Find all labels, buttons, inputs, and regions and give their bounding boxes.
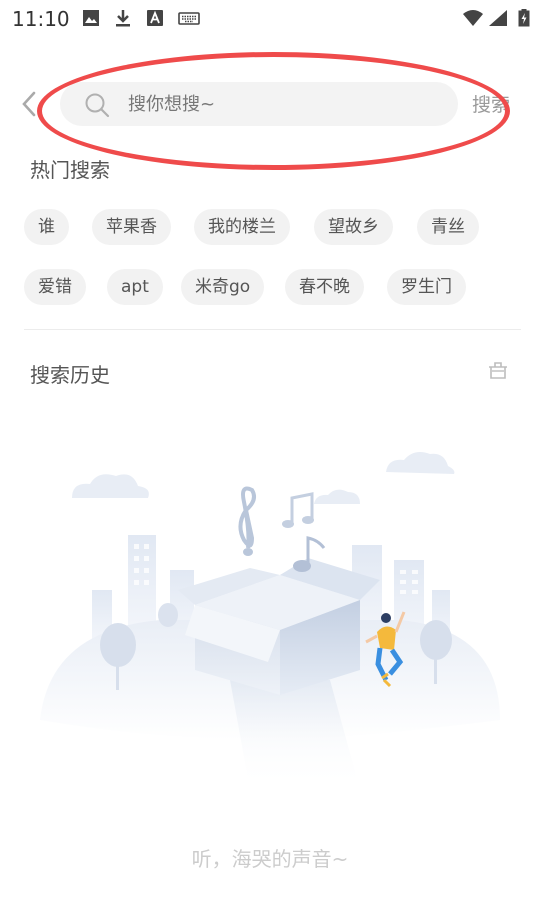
back-icon[interactable]	[18, 90, 40, 118]
hot-tag[interactable]: 青丝	[417, 209, 479, 245]
hot-tag[interactable]: 苹果香	[92, 209, 171, 245]
search-history-title: 搜索历史	[30, 363, 110, 387]
empty-history-text: 听，海哭的声音~	[191, 847, 349, 871]
status-time: 11:10	[12, 7, 70, 31]
search-input[interactable]	[128, 82, 448, 126]
download-icon	[116, 10, 130, 27]
hot-tag[interactable]: 爱错	[24, 269, 86, 305]
search-box[interactable]	[60, 82, 458, 126]
hot-tag[interactable]: apt	[107, 269, 163, 305]
signal-icon	[489, 10, 507, 26]
wifi-icon	[463, 10, 483, 26]
hot-tag[interactable]: 罗生门	[387, 269, 466, 305]
hot-tag[interactable]: 谁	[24, 209, 69, 245]
image-icon	[83, 10, 99, 26]
battery-icon	[518, 9, 530, 27]
clear-history-icon[interactable]	[486, 358, 510, 382]
hot-tag[interactable]: 春不晚	[285, 269, 364, 305]
divider	[24, 329, 521, 330]
hot-tag[interactable]: 我的楼兰	[194, 209, 290, 245]
hot-tag[interactable]: 米奇go	[181, 269, 265, 305]
hot-tag[interactable]: 望故乡	[314, 209, 393, 245]
status-bar: 11:10	[0, 0, 540, 36]
keyboard-icon	[178, 12, 200, 25]
search-button[interactable]: 搜索	[472, 90, 510, 117]
keyboard-a-icon	[147, 10, 163, 26]
empty-history-illustration	[40, 452, 500, 790]
search-icon	[85, 93, 110, 118]
hot-search-title: 热门搜索	[30, 158, 110, 182]
